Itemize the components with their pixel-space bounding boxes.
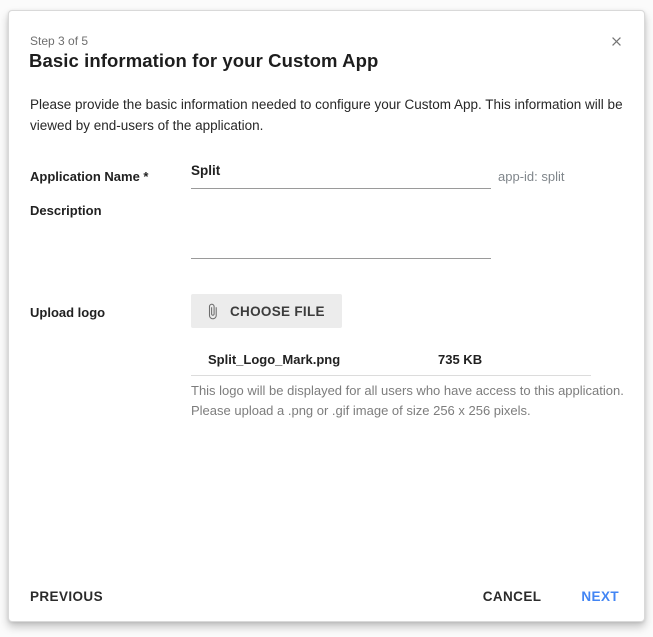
application-name-label: Application Name * [30,169,148,184]
application-name-input[interactable] [191,159,491,189]
dialog-description: Please provide the basic information nee… [30,94,624,136]
cancel-button[interactable]: CANCEL [483,583,542,610]
upload-help-line1: This logo will be displayed for all user… [191,381,631,401]
upload-help-line2: Please upload a .png or .gif image of si… [191,401,631,421]
choose-file-label: CHOOSE FILE [230,304,325,319]
close-x-glyph [609,34,624,49]
uploaded-file-name: Split_Logo_Mark.png [208,352,340,367]
next-button[interactable]: NEXT [581,583,619,610]
paperclip-icon [204,303,221,320]
upload-logo-label: Upload logo [30,305,105,320]
step-indicator: Step 3 of 5 [30,34,88,48]
file-row-divider [191,375,591,376]
description-label: Description [30,203,102,218]
description-input[interactable] [191,197,491,259]
dialog-title: Basic information for your Custom App [29,50,378,72]
close-icon[interactable] [604,29,628,53]
footer-right-actions: CANCEL NEXT [483,583,619,610]
uploaded-file-size: 735 KB [438,352,482,367]
choose-file-button[interactable]: CHOOSE FILE [191,294,342,328]
custom-app-dialog: Step 3 of 5 Basic information for your C… [8,10,645,622]
previous-button[interactable]: PREVIOUS [30,583,103,610]
app-id-hint: app-id: split [498,169,564,184]
upload-help-text: This logo will be displayed for all user… [191,381,631,420]
